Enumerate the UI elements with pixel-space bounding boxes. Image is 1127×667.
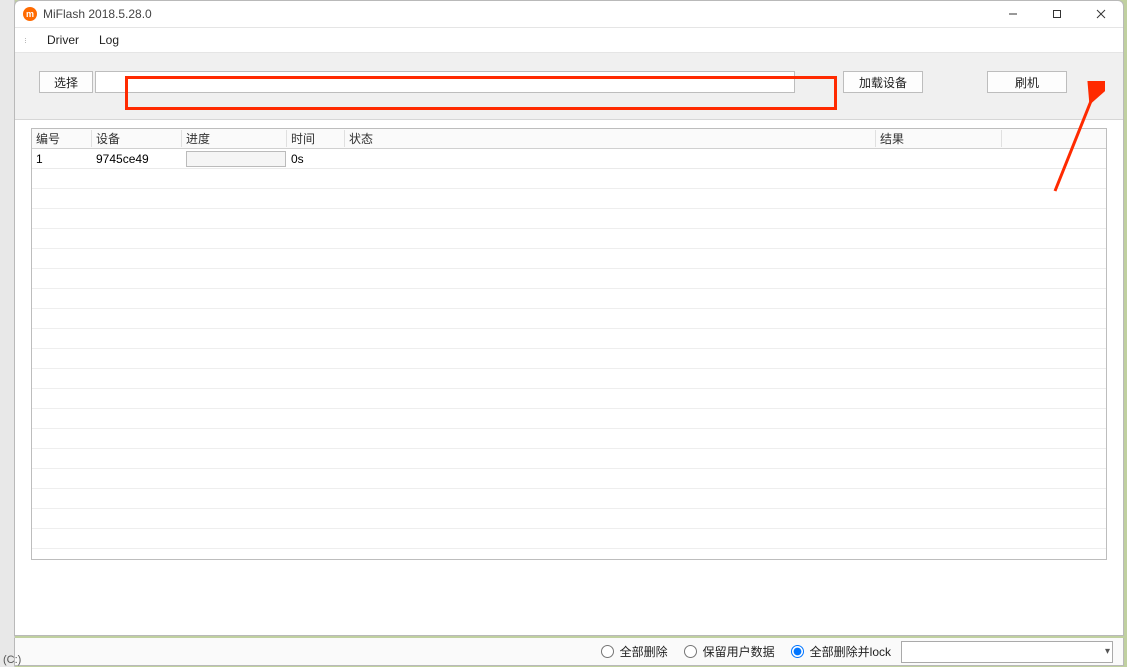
rom-path-input[interactable] [95, 71, 795, 93]
col-header-id[interactable]: 编号 [32, 130, 92, 147]
script-combobox[interactable]: ▾ [901, 641, 1113, 663]
col-header-time[interactable]: 时间 [287, 130, 345, 147]
cell-id: 1 [32, 152, 92, 166]
radio-clean-all[interactable]: 全部删除 [595, 643, 668, 660]
progress-bar [186, 151, 286, 167]
grid-header-row: 编号 设备 进度 时间 状态 结果 [32, 129, 1106, 149]
chevron-down-icon: ▾ [1105, 646, 1110, 657]
titlebar[interactable]: m MiFlash 2018.5.28.0 [15, 1, 1123, 27]
radio-clean-all-label: 全部删除 [620, 643, 668, 660]
app-icon: m [23, 7, 37, 21]
col-header-device[interactable]: 设备 [92, 130, 182, 147]
toolbar-area: 选择 加载设备 刷机 [15, 53, 1123, 120]
radio-save-user-input[interactable] [684, 645, 697, 658]
radio-save-user[interactable]: 保留用户数据 [678, 643, 775, 660]
app-window: m MiFlash 2018.5.28.0 Driver Log 选择 加载设备… [14, 0, 1124, 636]
radio-clean-all-input[interactable] [601, 645, 614, 658]
col-header-progress[interactable]: 进度 [182, 130, 287, 147]
radio-clean-lock-input[interactable] [791, 645, 804, 658]
close-button[interactable] [1079, 1, 1123, 27]
grid-area: 编号 设备 进度 时间 状态 结果 1 9745ce49 0s [15, 120, 1123, 564]
radio-clean-lock-label: 全部删除并lock [810, 643, 891, 660]
background-left-strip [0, 0, 15, 667]
background-disk-label: (C:) [0, 653, 24, 667]
cell-time: 0s [287, 152, 345, 166]
menu-log[interactable]: Log [89, 33, 129, 47]
menubar: Driver Log [15, 27, 1123, 53]
flash-button[interactable]: 刷机 [987, 71, 1067, 93]
table-row[interactable]: 1 9745ce49 0s [32, 149, 1106, 169]
menu-grip-icon [25, 38, 31, 43]
menu-driver[interactable]: Driver [37, 33, 89, 47]
cell-progress [182, 151, 287, 167]
col-header-status[interactable]: 状态 [345, 130, 876, 147]
radio-clean-lock[interactable]: 全部删除并lock [785, 643, 891, 660]
minimize-button[interactable] [991, 1, 1035, 27]
maximize-button[interactable] [1035, 1, 1079, 27]
radio-save-user-label: 保留用户数据 [703, 643, 775, 660]
select-button[interactable]: 选择 [39, 71, 93, 93]
col-header-result[interactable]: 结果 [876, 130, 1002, 147]
cell-device: 9745ce49 [92, 152, 182, 166]
window-title: MiFlash 2018.5.28.0 [43, 7, 152, 21]
bottombar: 全部删除 保留用户数据 全部删除并lock ▾ [14, 638, 1124, 666]
device-grid[interactable]: 编号 设备 进度 时间 状态 结果 1 9745ce49 0s [31, 128, 1107, 560]
load-devices-button[interactable]: 加载设备 [843, 71, 923, 93]
